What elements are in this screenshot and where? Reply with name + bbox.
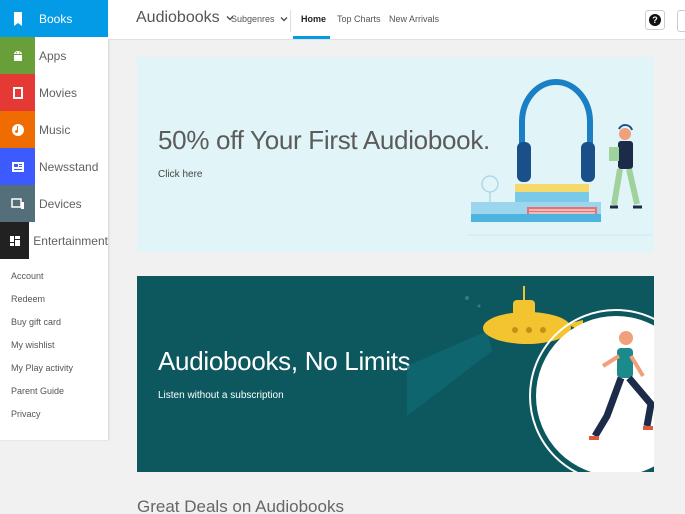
banner-headline: 50% off Your First Audiobook. [158, 125, 490, 155]
page-title: Audiobooks [136, 9, 220, 26]
account-links: Account Redeem Buy gift card My wishlist… [0, 259, 108, 426]
top-bar: Audiobooks Subgenres Home Top Charts New… [108, 0, 685, 40]
svg-text:?: ? [652, 15, 658, 25]
link-buy-gift-card[interactable]: Buy gift card [0, 311, 108, 334]
sidebar-item-label: Entertainment [33, 233, 108, 248]
promo-banner-no-limits[interactable]: Audiobooks, No Limits Listen without a s… [137, 276, 654, 472]
divider [290, 10, 291, 32]
subgenres-dropdown[interactable]: Subgenres [231, 14, 288, 24]
banner-cta-link[interactable]: Listen without a subscription [158, 390, 284, 401]
sidebar-item-books[interactable]: Books [0, 0, 108, 37]
sidebar-item-music[interactable]: Music [0, 111, 108, 148]
banner-headline: Audiobooks, No Limits [158, 346, 411, 376]
sidebar-item-label: Newsstand [39, 159, 99, 174]
tab-home[interactable]: Home [301, 14, 326, 24]
sidebar: Books Apps Movies Music Newsstand Device… [0, 0, 108, 440]
sidebar-item-movies[interactable]: Movies [0, 74, 108, 111]
sidebar-item-label: Books [39, 11, 73, 26]
help-button[interactable]: ? [645, 10, 665, 30]
tab-new-arrivals[interactable]: New Arrivals [389, 14, 439, 24]
chevron-down-icon [280, 16, 288, 22]
sidebar-item-devices[interactable]: Devices [0, 185, 108, 222]
promo-banner-discount[interactable]: 50% off Your First Audiobook. Click here [137, 57, 654, 252]
sidebar-item-label: Movies [39, 85, 78, 100]
play-store-audiobooks-page: Books Apps Movies Music Newsstand Device… [0, 0, 685, 514]
sidebar-item-entertainment[interactable]: Entertainment [0, 222, 108, 259]
link-my-play-activity[interactable]: My Play activity [0, 357, 108, 380]
sidebar-item-apps[interactable]: Apps [0, 37, 108, 74]
headphones-books-illustration [467, 79, 652, 236]
sidebar-item-label: Music [39, 122, 71, 137]
devices-icon [0, 185, 35, 222]
android-icon [0, 37, 35, 74]
section-title: Great Deals on Audiobooks [137, 497, 344, 514]
help-icon: ? [649, 14, 661, 26]
newspaper-icon [0, 148, 35, 185]
active-tab-indicator [293, 36, 330, 39]
sidebar-item-label: Apps [39, 48, 67, 63]
account-button[interactable] [677, 10, 685, 32]
link-parent-guide[interactable]: Parent Guide [0, 380, 108, 403]
sidebar-item-newsstand[interactable]: Newsstand [0, 148, 108, 185]
dashboard-icon [0, 222, 30, 259]
music-note-icon [0, 111, 35, 148]
link-account[interactable]: Account [0, 265, 108, 288]
link-my-wishlist[interactable]: My wishlist [0, 334, 108, 357]
sidebar-item-label: Devices [39, 196, 82, 211]
film-icon [0, 74, 35, 111]
link-redeem[interactable]: Redeem [0, 288, 108, 311]
audiobooks-dropdown[interactable]: Audiobooks [136, 9, 234, 27]
banner-cta-link[interactable]: Click here [158, 169, 202, 180]
submarine-runner-illustration [407, 286, 654, 472]
bookmark-icon [0, 0, 35, 37]
link-privacy[interactable]: Privacy [0, 403, 108, 426]
subgenres-label: Subgenres [231, 14, 275, 24]
tab-top-charts[interactable]: Top Charts [337, 14, 381, 24]
